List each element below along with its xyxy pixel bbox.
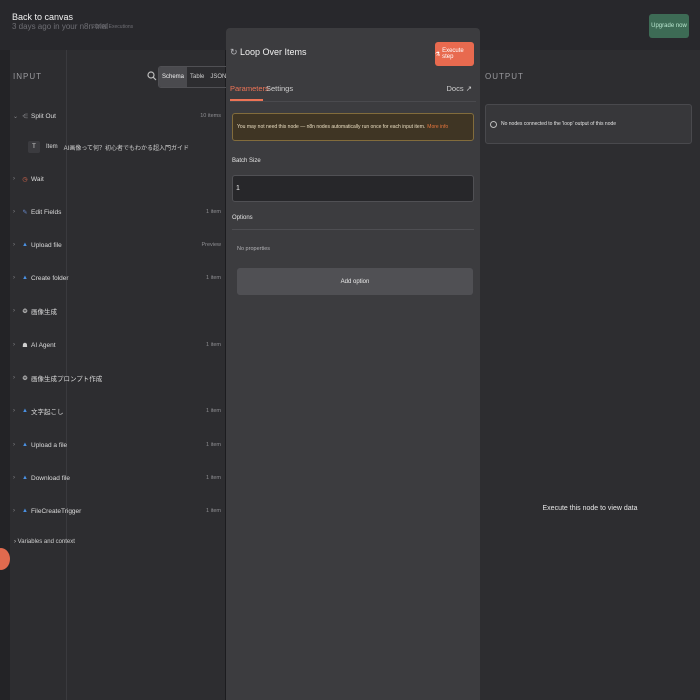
- input-node-edit-fields[interactable]: › ✎ Edit Fields 1 item: [10, 204, 225, 220]
- options-divider: [232, 229, 474, 230]
- view-table-tab[interactable]: Table: [187, 67, 207, 87]
- batch-size-input[interactable]: 1: [232, 175, 474, 202]
- schema-field-item[interactable]: T Item AI画像って何？初心者でもわかる超入門ガイド: [28, 138, 189, 156]
- input-node-upload-file[interactable]: › ▲ Upload file Preview: [10, 237, 225, 253]
- flask-icon: ⚗: [435, 51, 441, 58]
- chevron-right-icon: ›: [13, 375, 15, 381]
- input-node-upload-a-file[interactable]: › ▲ Upload a file 1 item: [10, 437, 225, 453]
- node-title[interactable]: Loop Over Items: [240, 47, 307, 57]
- chevron-right-icon: ›: [13, 275, 15, 281]
- gdrive-icon: ▲: [22, 275, 28, 281]
- options-label: Options: [232, 215, 253, 221]
- output-notice: No nodes connected to the 'loop' output …: [485, 104, 692, 144]
- input-title: INPUT: [13, 72, 42, 81]
- add-option-button[interactable]: Add option: [237, 268, 473, 295]
- loop-icon: ↻: [230, 47, 238, 57]
- input-node-wait[interactable]: › ◷ Wait: [10, 171, 225, 187]
- chevron-right-icon: ›: [13, 408, 15, 414]
- input-panel: INPUT Schema Table JSON ⌄ ⋲ Split Out 10…: [10, 50, 231, 700]
- schema-field-value: AI画像って何？初心者でもわかる超入門ガイド: [63, 145, 190, 152]
- tab-parameters[interactable]: Parameters: [230, 84, 269, 93]
- no-properties-text: No properties: [237, 246, 271, 252]
- input-node-ai-agent[interactable]: › ☗ AI Agent 1 item: [10, 337, 225, 353]
- gdrive-icon: ▲: [22, 508, 28, 514]
- external-link-icon: ↗: [465, 84, 472, 93]
- chevron-right-icon: ›: [13, 308, 15, 314]
- string-type-icon: T: [28, 141, 40, 153]
- input-node-file-create-trigger[interactable]: › ▲ FileCreateTrigger 1 item: [10, 503, 225, 519]
- gdrive-icon: ▲: [22, 408, 28, 414]
- chevron-right-icon: ›: [13, 242, 15, 248]
- background-executions: 2/1000 Executions: [92, 24, 134, 30]
- input-node-transcribe[interactable]: › ▲ 文字起こし 1 item: [10, 403, 225, 419]
- pencil-icon: ✎: [22, 209, 28, 216]
- input-node-split-out[interactable]: ⌄ ⋲ Split Out 10 items: [10, 108, 225, 124]
- schema-field-key: Item: [46, 144, 58, 150]
- tab-settings[interactable]: Settings: [266, 84, 293, 93]
- node-parameters-panel: ↻ Loop Over Items ⚗ Execute step Paramet…: [226, 28, 480, 700]
- gdrive-icon: ▲: [22, 475, 28, 481]
- input-node-create-folder[interactable]: › ▲ Create folder 1 item: [10, 270, 225, 286]
- chevron-right-icon: ›: [13, 475, 15, 481]
- input-node-download-file[interactable]: › ▲ Download file 1 item: [10, 470, 225, 486]
- split-icon: ⋲: [22, 113, 28, 120]
- chevron-right-icon: ›: [13, 342, 15, 348]
- more-info-link[interactable]: More info: [427, 124, 448, 130]
- chevron-right-icon: ›: [13, 209, 15, 215]
- n8n-logo-icon: [0, 548, 10, 570]
- input-node-image-gen[interactable]: › ❂ 画像生成: [10, 303, 225, 319]
- panel-tabs: Parameters Settings Docs ↗: [230, 82, 476, 102]
- info-icon: [490, 120, 497, 128]
- upgrade-button[interactable]: Upgrade now: [649, 14, 689, 38]
- chevron-right-icon: ›: [13, 176, 15, 182]
- execute-hint-text: Execute this node to view data: [542, 505, 638, 512]
- gdrive-icon: ▲: [22, 242, 28, 248]
- view-mode-toggle: Schema Table JSON: [158, 66, 231, 88]
- warning-notice: You may not need this node — n8n nodes a…: [232, 113, 474, 141]
- chevron-down-icon: ⌄: [13, 113, 19, 120]
- view-schema-tab[interactable]: Schema: [159, 67, 188, 87]
- output-title: OUTPUT: [485, 72, 524, 81]
- openai-icon: ❂: [22, 308, 28, 315]
- back-to-canvas-link[interactable]: Back to canvas: [12, 12, 73, 22]
- chevron-right-icon: ›: [13, 508, 15, 514]
- openai-icon: ❂: [22, 375, 28, 382]
- batch-size-label: Batch Size: [232, 158, 261, 164]
- output-panel: OUTPUT No nodes connected to the 'loop' …: [480, 50, 700, 700]
- background-sidebar: [0, 50, 10, 700]
- active-tab-indicator: [230, 99, 263, 101]
- execute-step-button[interactable]: ⚗ Execute step: [435, 42, 474, 66]
- search-icon[interactable]: [147, 71, 157, 81]
- robot-icon: ☗: [22, 342, 28, 349]
- chevron-right-icon: ›: [13, 442, 15, 448]
- wait-icon: ◷: [22, 176, 28, 183]
- variables-and-context[interactable]: › Variables and context: [14, 539, 75, 545]
- warning-text: You may not need this node — n8n nodes a…: [237, 124, 426, 130]
- gdrive-icon: ▲: [22, 442, 28, 448]
- input-node-prompt-gen[interactable]: › ❂ 画像生成プロンプト作成: [10, 370, 225, 386]
- docs-link[interactable]: Docs ↗: [447, 84, 472, 93]
